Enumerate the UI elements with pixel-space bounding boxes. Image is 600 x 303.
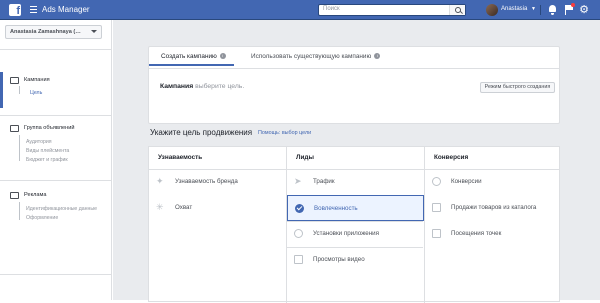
goal-option-catalog-sales[interactable]: Продажи товаров из каталога	[425, 195, 559, 221]
goal-option-label: Посещения точек	[451, 230, 502, 237]
goal-option-label: Просмотры видео	[313, 256, 365, 263]
goal-option-store-visits[interactable]: Посещения точек	[425, 221, 559, 247]
sidebar-section-campaign[interactable]: Кампания	[24, 77, 50, 83]
avatar[interactable]	[486, 4, 498, 16]
notification-dot	[571, 3, 575, 7]
menu-icon[interactable]	[30, 6, 37, 13]
app-title[interactable]: Ads Manager	[42, 5, 90, 15]
tree-line	[19, 86, 24, 94]
store-icon	[432, 229, 441, 238]
info-icon[interactable]: i	[219, 53, 226, 60]
sidebar-divider	[0, 274, 111, 275]
user-name[interactable]: Anastasia	[501, 6, 527, 12]
ad-icon	[10, 192, 19, 199]
tree-line	[19, 135, 24, 161]
sidebar-section-ad-set[interactable]: Группа объявлений	[24, 125, 75, 131]
tree-line	[19, 202, 24, 220]
campaign-icon	[10, 77, 19, 84]
sidebar-section-ad[interactable]: Реклама	[24, 192, 46, 198]
reach-icon: ✳	[156, 202, 164, 212]
column-header-awareness: Узнаваемость	[158, 154, 203, 161]
topbar-divider	[540, 5, 541, 15]
goal-option-label: Установки приложения	[313, 230, 379, 237]
chevron-down-icon	[91, 30, 97, 33]
sidebar-divider	[0, 180, 111, 181]
cursor-icon: ➤	[294, 176, 302, 186]
goal-heading: Укажите цель продвижения	[150, 128, 253, 137]
main-area: Создать кампанию i Использовать существую…	[113, 20, 600, 303]
campaign-name-row: Кампания выберите цель.	[160, 83, 244, 90]
campaign-hint: выберите цель.	[195, 83, 245, 90]
search-icon[interactable]	[449, 5, 465, 15]
top-bar: f Ads Manager Поиск Anastasia ▼ ⚙	[0, 0, 600, 20]
goal-option-conversions[interactable]: Конверсии	[425, 169, 559, 195]
goal-option-reach[interactable]: ✳ Охват	[149, 195, 286, 221]
column-header-conversion: Конверсия	[434, 154, 469, 161]
tab-existing-campaign[interactable]: Использовать существующую кампанию i	[251, 47, 381, 67]
goal-option-label: Трафик	[313, 178, 335, 185]
info-icon[interactable]: i	[374, 53, 381, 60]
active-tab-underline	[149, 64, 234, 66]
megaphone-icon: ✦	[156, 176, 164, 186]
goal-option-app-installs[interactable]: Установки приложения	[287, 221, 424, 247]
goal-option-engagement[interactable]: Вовлеченность	[287, 195, 424, 221]
account-select[interactable]: Anastasia Zamashnaya (…	[5, 25, 102, 39]
sidebar-item-placements[interactable]: Виды плейсмента	[26, 148, 69, 154]
cart-icon	[432, 203, 441, 212]
search-input[interactable]: Поиск	[318, 4, 466, 16]
search-placeholder: Поиск	[323, 6, 340, 12]
campaign-label: Кампания	[160, 83, 194, 90]
facebook-logo-letter: f	[16, 5, 20, 17]
goal-option-traffic[interactable]: ➤ Трафик	[287, 169, 424, 195]
sidebar-divider	[0, 49, 111, 50]
facebook-logo-icon[interactable]: f	[9, 4, 21, 17]
campaign-card: Создать кампанию i Использовать существую…	[148, 46, 560, 124]
goal-option-label: Охват	[175, 204, 193, 211]
goal-option-label: Вовлеченность	[314, 205, 358, 212]
sidebar-item-audience[interactable]: Аудитория	[26, 139, 52, 145]
ad-set-icon	[10, 125, 19, 132]
video-icon	[294, 255, 303, 264]
column-header-leads: Лиды	[296, 154, 314, 161]
sidebar-item-identity[interactable]: Идентификационные данные	[26, 206, 97, 212]
goal-help-link[interactable]: Помощь: выбор цели	[258, 130, 311, 136]
quick-creation-button[interactable]: Режим быстрого создания	[480, 82, 555, 93]
globe-icon	[432, 177, 441, 186]
goal-option-label: Узнаваемость бренда	[175, 178, 238, 185]
goal-grid: Узнаваемость Лиды Конверсия ✦ Узнаваемос…	[148, 146, 560, 303]
gear-icon[interactable]: ⚙	[579, 5, 589, 16]
sidebar-divider	[0, 115, 111, 116]
sidebar-active-indicator	[0, 72, 3, 108]
sidebar-item-creative[interactable]: Оформление	[26, 215, 58, 221]
goal-option-label: Продажи товаров из каталога	[451, 204, 537, 211]
chevron-down-icon[interactable]: ▼	[531, 6, 536, 12]
check-icon	[295, 204, 304, 213]
tab-existing-label: Использовать существующую кампанию	[251, 53, 372, 60]
goal-option-label: Конверсии	[451, 178, 482, 185]
goal-option-brand-awareness[interactable]: ✦ Узнаваемость бренда	[149, 169, 286, 195]
tab-create-label: Создать кампанию	[161, 53, 217, 60]
card-divider	[149, 68, 559, 69]
app-install-icon	[294, 229, 303, 238]
goal-option-video-views[interactable]: Просмотры видео	[287, 247, 424, 273]
sidebar-item-budget[interactable]: Бюджет и график	[26, 157, 68, 163]
sidebar-item-goal[interactable]: Цель	[30, 90, 42, 96]
bell-icon[interactable]	[548, 5, 557, 15]
account-name: Anastasia Zamashnaya (…	[10, 29, 81, 35]
